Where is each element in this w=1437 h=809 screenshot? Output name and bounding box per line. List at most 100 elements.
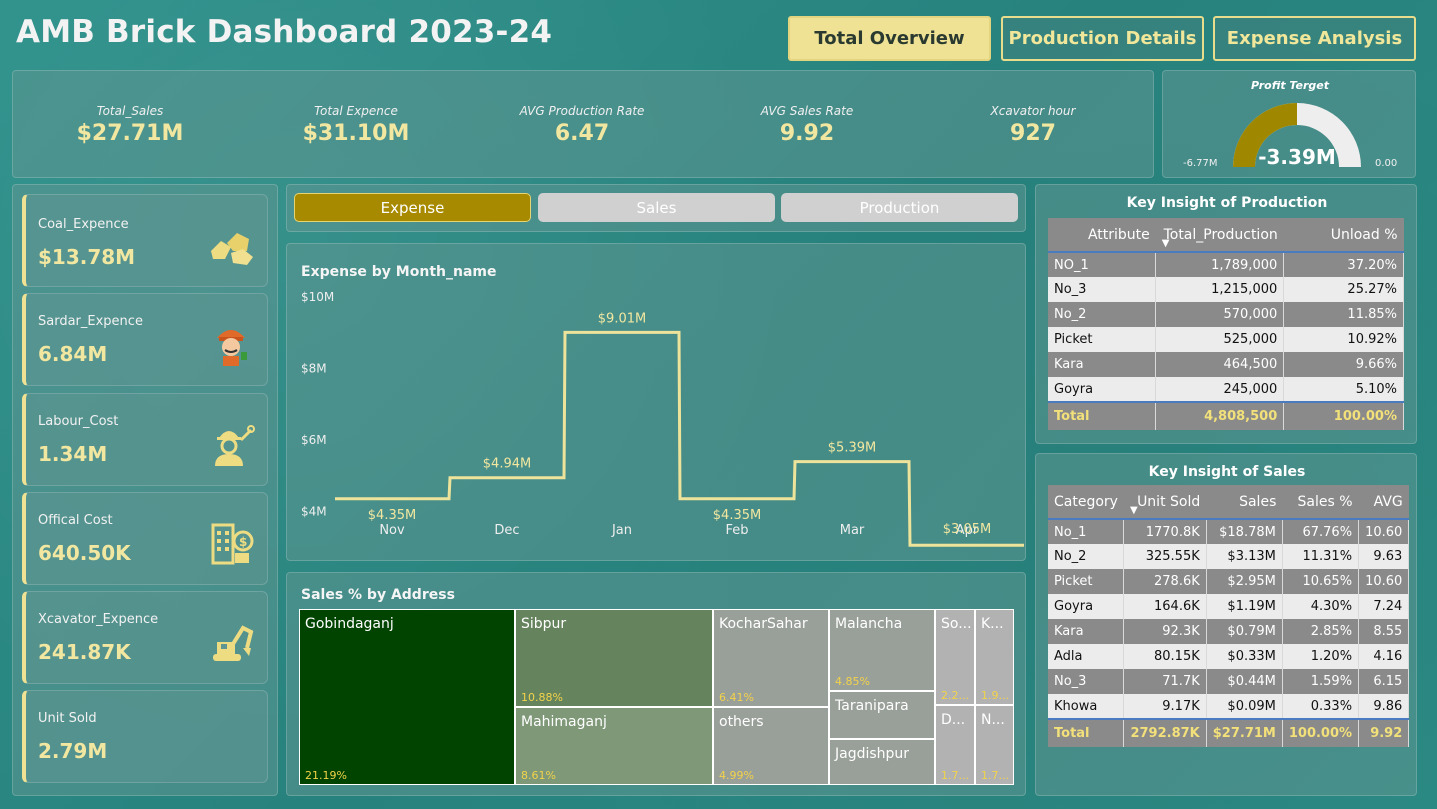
total-cell: 9.92 [1358, 718, 1410, 747]
table-row[interactable]: NO_1 1,789,000 37.20% [1048, 252, 1404, 277]
sales-treemap: Gobindaganj 21.19% Sibpur 10.88% Mahimaganj 8… [299, 609, 1014, 785]
column-header[interactable]: Category [1048, 485, 1124, 520]
table-row[interactable]: Picket 525,000 10.92% [1048, 327, 1404, 352]
tab-production-details[interactable]: Production Details [1001, 16, 1204, 61]
labour-icon [215, 425, 255, 466]
tab-expense-analysis[interactable]: Expense Analysis [1213, 16, 1416, 61]
table-cell: 10.60 [1358, 569, 1410, 594]
treemap-tile[interactable]: Sibpur 10.88% [515, 609, 713, 707]
sort-desc-icon: ▼ [1161, 238, 1170, 249]
data-label: $3.05M [943, 522, 991, 537]
table-row[interactable]: Adla 80.15K $0.33M 1.20% 4.16 [1048, 644, 1410, 669]
table-cell: Picket [1048, 569, 1125, 594]
total-cell: 100.00% [1283, 401, 1404, 430]
tab-production[interactable]: Production [781, 193, 1018, 222]
total-cell: 100.00% [1282, 718, 1360, 747]
table-row[interactable]: No_3 1,215,000 25.27% [1048, 277, 1404, 302]
table-row[interactable]: Goyra 245,000 5.10% [1048, 377, 1404, 402]
treemap-tile-label: K... [981, 616, 1004, 632]
treemap-tile-label: Mahimaganj [521, 714, 607, 730]
total-cell: $27.71M [1206, 718, 1283, 747]
treemap-tile-label: So... [941, 616, 972, 632]
card-coal-expence: Coal_Expence $13.78M [22, 194, 268, 287]
treemap-tile[interactable]: So... 2.2... [935, 609, 975, 705]
treemap-tile-percent: 4.85% [835, 675, 870, 688]
table-cell: No_2 [1048, 544, 1125, 569]
treemap-tile[interactable]: D... 1.7... [935, 705, 975, 785]
table-cell: 11.31% [1282, 544, 1360, 569]
production-table: Attribute ▼ Total_Production Unload % NO… [1048, 218, 1404, 430]
table-cell: 9.17K [1123, 694, 1207, 719]
column-header[interactable]: Sales % [1282, 485, 1359, 520]
column-header[interactable]: Attribute [1048, 218, 1156, 253]
table-cell: No_3 [1048, 669, 1125, 694]
column-header-sorted[interactable]: ▼ Unit Sold [1123, 485, 1207, 520]
table-row[interactable]: No_2 325.55K $3.13M 11.31% 9.63 [1048, 544, 1410, 569]
card-label: Xcavator_Expence [38, 612, 159, 627]
kpi-xcavator-hour: Xcavator hour 927 [943, 104, 1123, 146]
data-label: $5.39M [828, 441, 876, 456]
table-cell: 278.6K [1123, 569, 1207, 594]
treemap-tile[interactable]: N... 1.7... [975, 705, 1014, 785]
total-cell: Total [1048, 401, 1157, 430]
table-cell: Kara [1048, 352, 1157, 377]
table-cell: 464,500 [1155, 352, 1285, 377]
table-row[interactable]: Kara 92.3K $0.79M 2.85% 8.55 [1048, 619, 1410, 644]
kpi-avg-sales-rate: AVG Sales Rate 9.92 [717, 104, 897, 146]
table-cell: 570,000 [1155, 302, 1285, 327]
card-offical-cost: Offical Cost 640.50K $ [22, 492, 268, 585]
table-row[interactable]: Khowa 9.17K $0.09M 0.33% 9.86 [1048, 694, 1410, 719]
table-total-row: Total 4,808,500 100.00% [1048, 401, 1404, 430]
table-cell: 11.85% [1283, 302, 1404, 327]
treemap-tile-percent: 1.7... [941, 769, 969, 782]
column-header[interactable]: Sales [1206, 485, 1283, 520]
table-cell: Adla [1048, 644, 1125, 669]
tab-sales[interactable]: Sales [538, 193, 775, 222]
card-labour-cost: Labour_Cost 1.34M [22, 393, 268, 486]
table-row[interactable]: Picket 278.6K $2.95M 10.65% 10.60 [1048, 569, 1410, 594]
treemap-tile[interactable]: Malancha 4.85% [829, 609, 935, 691]
table-cell: 10.60 [1358, 519, 1410, 544]
treemap-tile[interactable]: KocharSahar 6.41% [713, 609, 829, 707]
treemap-tile-label: Sibpur [521, 616, 567, 632]
card-value: 6.84M [38, 342, 108, 366]
table-cell: 1,789,000 [1155, 252, 1285, 277]
card-label: Labour_Cost [38, 414, 119, 429]
table-cell: 9.66% [1283, 352, 1404, 377]
treemap-tile[interactable]: K... 1.9... [975, 609, 1014, 705]
card-value: 2.79M [38, 739, 108, 763]
table-cell: 71.7K [1123, 669, 1207, 694]
column-header-sorted[interactable]: ▼ Total_Production [1155, 218, 1284, 253]
x-tick-label: Mar [840, 523, 865, 538]
card-label: Sardar_Expence [38, 314, 143, 329]
table-cell: $1.19M [1206, 594, 1283, 619]
treemap-tile-percent: 21.19% [305, 769, 347, 782]
card-value: 1.34M [38, 442, 108, 466]
table-row[interactable]: Kara 464,500 9.66% [1048, 352, 1404, 377]
table-cell: NO_1 [1048, 252, 1157, 277]
treemap-tile-label: others [719, 714, 764, 730]
treemap-tile-percent: 1.9... [981, 689, 1009, 702]
treemap-tile[interactable]: Gobindaganj 21.19% [299, 609, 515, 785]
y-tick-label: $6M [301, 433, 327, 447]
table-row[interactable]: No_2 570,000 11.85% [1048, 302, 1404, 327]
table-row[interactable]: No_3 71.7K $0.44M 1.59% 6.15 [1048, 669, 1410, 694]
card-unit-sold: Unit Sold 2.79M [22, 690, 268, 783]
y-tick-label: $8M [301, 361, 327, 375]
tab-total-overview[interactable]: Total Overview [788, 16, 991, 61]
table-cell: Khowa [1048, 694, 1125, 719]
table-cell: 8.55 [1358, 619, 1410, 644]
excavator-icon [213, 625, 254, 661]
column-header[interactable]: Unload % [1283, 218, 1404, 253]
table-row[interactable]: Goyra 164.6K $1.19M 4.30% 7.24 [1048, 594, 1410, 619]
tab-expense[interactable]: Expense [294, 193, 531, 222]
treemap-tile[interactable]: Mahimaganj 8.61% [515, 707, 713, 785]
x-tick-label: Nov [379, 523, 405, 538]
column-header[interactable]: AVG [1358, 485, 1409, 520]
treemap-tile-label: KocharSahar [719, 616, 808, 632]
treemap-tile[interactable]: others 4.99% [713, 707, 829, 785]
treemap-tile[interactable]: Taranipara [829, 691, 935, 739]
table-row[interactable]: No_1 1770.8K $18.78M 67.76% 10.60 [1048, 519, 1410, 544]
total-cell: 4,808,500 [1155, 401, 1285, 430]
treemap-tile[interactable]: Jagdishpur [829, 739, 935, 785]
